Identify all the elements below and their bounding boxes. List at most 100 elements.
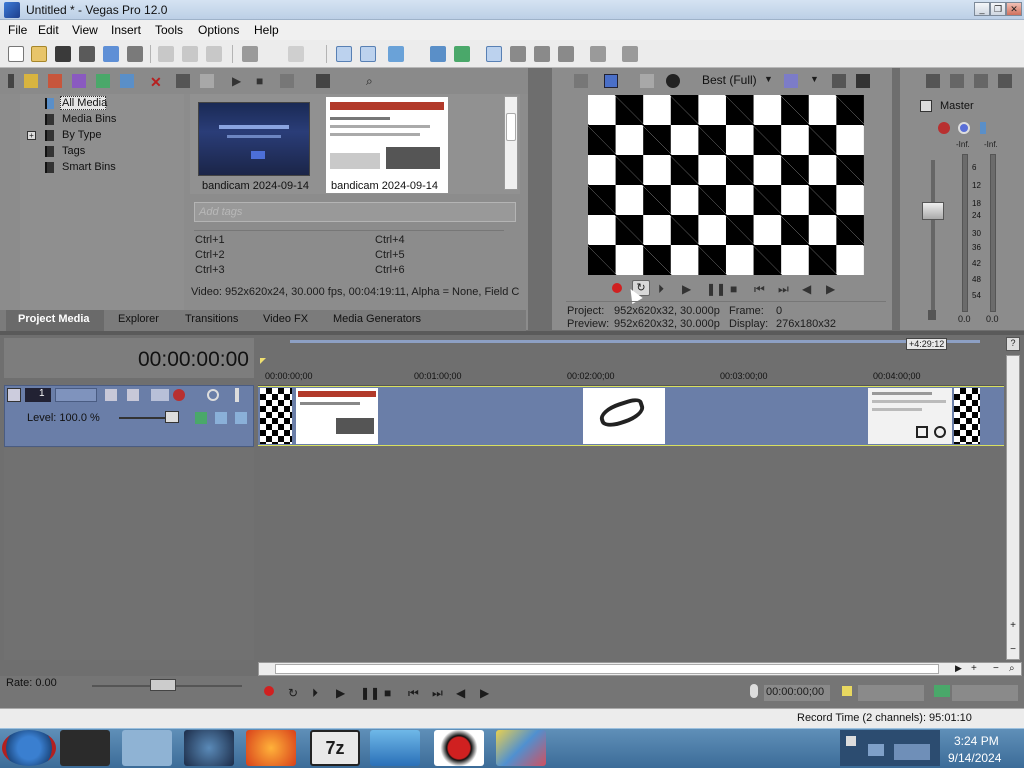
go-to-start-icon[interactable]: ⏮ bbox=[754, 282, 768, 296]
media-thumbnail-selected[interactable] bbox=[326, 97, 448, 193]
record-icon[interactable] bbox=[612, 283, 622, 293]
track-minimize-icon[interactable] bbox=[7, 388, 21, 402]
open-icon[interactable] bbox=[31, 46, 47, 62]
recorder-icon[interactable] bbox=[434, 730, 484, 766]
timeline-menu-icon[interactable]: ? bbox=[1006, 337, 1020, 351]
master-checkbox[interactable] bbox=[920, 100, 932, 112]
media-player-icon[interactable] bbox=[122, 730, 172, 766]
loop-length-field[interactable] bbox=[858, 685, 924, 701]
scrollbar-thumb[interactable] bbox=[506, 113, 516, 141]
tree-item-tags[interactable]: Tags bbox=[62, 145, 85, 157]
chevron-down-icon[interactable]: ▼ bbox=[810, 74, 819, 84]
crop-icon[interactable] bbox=[916, 426, 928, 438]
record-icon[interactable] bbox=[264, 686, 274, 696]
solo-icon[interactable] bbox=[980, 122, 986, 134]
tree-item-all-media[interactable]: All Media bbox=[62, 97, 107, 109]
play-icon[interactable]: ▶ bbox=[682, 282, 696, 296]
track-header[interactable]: 1 Level: 100.0 % bbox=[4, 385, 254, 447]
close-button[interactable]: ✕ bbox=[1006, 2, 1022, 16]
video-player-icon[interactable] bbox=[370, 730, 420, 766]
play-from-start-icon[interactable]: ⏵ bbox=[658, 282, 672, 296]
horizontal-scrollbar[interactable]: ▶ + − ⌕ bbox=[258, 662, 1022, 676]
thumbnail-scrollbar[interactable] bbox=[504, 96, 518, 190]
track-fx-icon[interactable] bbox=[173, 389, 185, 401]
mixer-props-icon[interactable] bbox=[926, 74, 940, 88]
paste-icon[interactable] bbox=[206, 46, 222, 62]
menu-edit[interactable]: Edit bbox=[38, 23, 59, 37]
menu-insert[interactable]: Insert bbox=[111, 23, 141, 37]
tab-project-media[interactable]: Project Media bbox=[18, 313, 90, 325]
track-up-icon[interactable] bbox=[215, 412, 227, 424]
loop-icon[interactable]: ↻ bbox=[288, 686, 302, 700]
video-event-start[interactable] bbox=[260, 388, 292, 444]
track-down-icon[interactable] bbox=[235, 412, 247, 424]
media-thumbnail[interactable] bbox=[198, 102, 310, 176]
mixer-tool-icon[interactable] bbox=[590, 46, 606, 62]
track-effects-icon[interactable] bbox=[195, 412, 207, 424]
event-fx-icon[interactable] bbox=[934, 426, 946, 438]
delete-icon[interactable]: ✕ bbox=[150, 74, 164, 90]
tree-item-by-type[interactable]: By Type bbox=[62, 129, 102, 141]
zoom-in-horizontal-icon[interactable]: + bbox=[971, 663, 977, 674]
master-fx-icon[interactable] bbox=[938, 122, 950, 134]
render-icon[interactable] bbox=[103, 46, 119, 62]
video-event-thumbnail[interactable] bbox=[868, 388, 952, 444]
minimize-button[interactable]: _ bbox=[974, 2, 990, 16]
video-event-end[interactable] bbox=[954, 388, 980, 444]
track-mute-icon[interactable] bbox=[207, 389, 219, 401]
new-icon[interactable] bbox=[8, 46, 24, 62]
lock-icon[interactable] bbox=[928, 310, 936, 320]
track-solo-icon[interactable] bbox=[235, 388, 239, 402]
stop-icon[interactable]: ■ bbox=[384, 686, 398, 700]
magnifier-icon[interactable]: ⌕ bbox=[366, 74, 380, 88]
rate-slider-thumb[interactable] bbox=[150, 679, 176, 691]
tree-item-media-bins[interactable]: Media Bins bbox=[62, 113, 116, 125]
play-icon[interactable]: ▶ bbox=[336, 686, 350, 700]
media-properties-icon[interactable] bbox=[176, 74, 190, 88]
overlays-icon[interactable] bbox=[784, 74, 798, 88]
pause-icon[interactable]: ❚❚ bbox=[360, 686, 380, 700]
lock-envelopes-icon[interactable] bbox=[454, 46, 470, 62]
remove-unused-icon[interactable] bbox=[96, 74, 110, 88]
get-media-icon[interactable] bbox=[72, 74, 86, 88]
restore-button[interactable]: ❐ bbox=[990, 2, 1006, 16]
start-button[interactable] bbox=[2, 730, 56, 766]
chevron-down-icon[interactable]: ▼ bbox=[764, 74, 773, 84]
snapping-icon[interactable] bbox=[388, 46, 404, 62]
envelope-tool-icon[interactable] bbox=[360, 46, 376, 62]
menu-options[interactable]: Options bbox=[198, 23, 239, 37]
next-frame-icon[interactable]: ▶ bbox=[480, 686, 494, 700]
search-media-icon[interactable] bbox=[120, 74, 134, 88]
tab-transitions[interactable]: Transitions bbox=[185, 313, 238, 325]
mute-icon[interactable] bbox=[958, 122, 970, 134]
split-screen-icon[interactable] bbox=[666, 74, 680, 88]
properties-icon[interactable] bbox=[127, 46, 143, 62]
cut-icon[interactable] bbox=[158, 46, 174, 62]
capture-icon[interactable] bbox=[48, 74, 62, 88]
views-icon[interactable] bbox=[316, 74, 330, 88]
copy-snapshot-icon[interactable] bbox=[832, 74, 846, 88]
tab-media-generators[interactable]: Media Generators bbox=[333, 313, 421, 325]
preview-fx-icon[interactable] bbox=[640, 74, 654, 88]
vertical-scrollbar[interactable] bbox=[1006, 355, 1020, 660]
menu-file[interactable]: File bbox=[8, 23, 27, 37]
selection-length-field[interactable] bbox=[952, 685, 1018, 701]
clock-time[interactable]: 3:24 PM bbox=[954, 734, 999, 748]
zoom-icon[interactable] bbox=[558, 46, 574, 62]
zoom-tool-icon[interactable]: ⌕ bbox=[1009, 663, 1015, 674]
zoom-out-vertical-icon[interactable]: − bbox=[1007, 644, 1019, 656]
zoom-in-vertical-icon[interactable]: + bbox=[1007, 620, 1019, 632]
preview-props-icon[interactable] bbox=[574, 74, 588, 88]
video-event-thumbnail[interactable] bbox=[296, 388, 378, 444]
trim-icon[interactable] bbox=[534, 46, 550, 62]
paint-icon[interactable] bbox=[496, 730, 546, 766]
zoom-out-horizontal-icon[interactable]: − bbox=[993, 663, 999, 674]
clock-date[interactable]: 9/14/2024 bbox=[948, 751, 1001, 765]
scrollbar-thumb[interactable] bbox=[275, 664, 939, 674]
expand-icon[interactable]: + bbox=[27, 131, 36, 140]
track-motion-icon[interactable] bbox=[105, 389, 117, 401]
auto-preview-icon[interactable] bbox=[280, 74, 294, 88]
external-monitor-icon[interactable] bbox=[604, 74, 618, 88]
7zip-icon[interactable]: 7z bbox=[310, 730, 360, 766]
previous-frame-icon[interactable]: ◀ bbox=[456, 686, 470, 700]
